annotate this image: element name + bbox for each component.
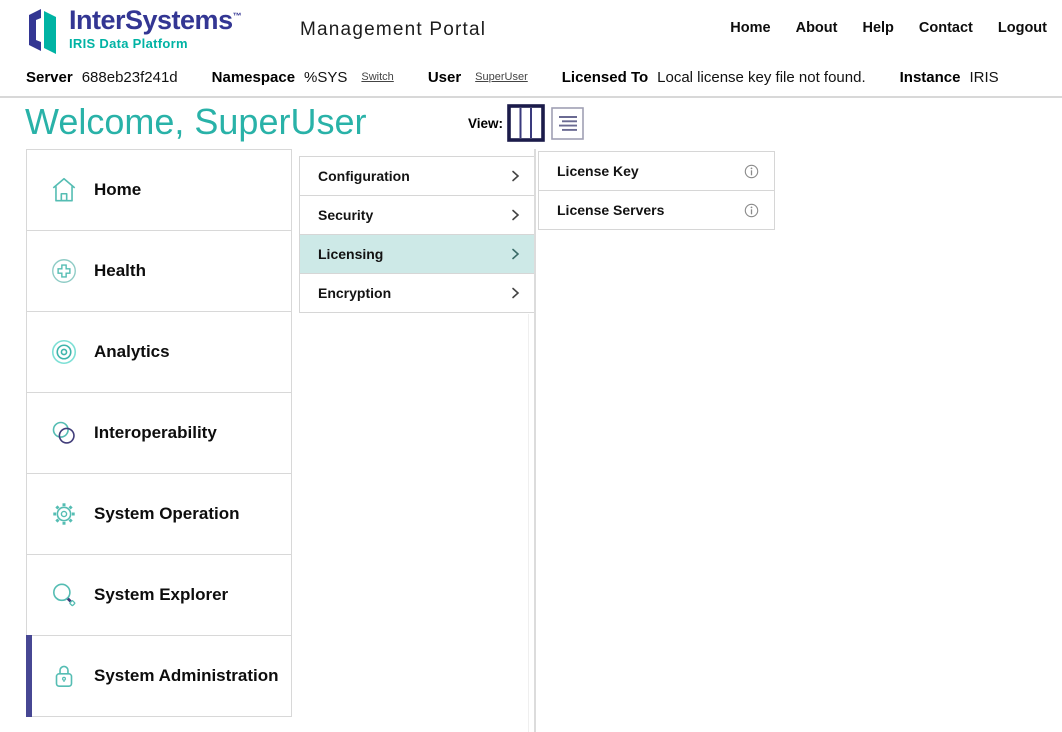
submenu-item-encryption[interactable]: Encryption [299, 273, 536, 313]
system-explorer-icon [49, 580, 79, 610]
submenu-item-label: Licensing [318, 246, 383, 262]
home-icon [49, 175, 79, 205]
instance-label: Instance [900, 69, 961, 86]
server-info: Server 688eb23f241d [26, 69, 178, 86]
welcome-heading: Welcome, SuperUser [25, 101, 366, 143]
system-administration-submenu: Configuration Security Licensing Encrypt… [299, 156, 536, 313]
intersystems-logo[interactable]: InterSystems™ IRIS Data Platform [26, 7, 242, 55]
column-divider-faint [528, 314, 529, 732]
system-administration-icon [49, 661, 79, 691]
intersystems-logo-mark-icon [26, 7, 62, 55]
interoperability-icon [49, 418, 79, 448]
chevron-right-icon [511, 286, 520, 300]
submenu-item-label: Encryption [318, 285, 391, 301]
submenu-item-label: Configuration [318, 168, 410, 184]
view-label: View: [468, 116, 503, 131]
top-nav: Home About Help Contact Logout [730, 20, 1047, 36]
panel-item-license-key[interactable]: License Key [538, 151, 775, 191]
sidebar-item-analytics[interactable]: Analytics [26, 311, 292, 393]
submenu-item-configuration[interactable]: Configuration [299, 156, 536, 196]
info-icon[interactable] [744, 203, 759, 218]
chevron-right-icon [511, 208, 520, 222]
licensed-to-label: Licensed To [562, 69, 648, 86]
sidebar-item-label: System Explorer [94, 585, 228, 605]
user-info: User SuperUser [428, 69, 528, 86]
instance-value: IRIS [969, 69, 998, 86]
analytics-icon [49, 337, 79, 367]
sidebar-item-health[interactable]: Health [26, 230, 292, 312]
list-view-icon [551, 107, 584, 140]
namespace-switch-link[interactable]: Switch [361, 71, 393, 83]
namespace-value: %SYS [304, 69, 347, 86]
column-divider [534, 149, 536, 732]
view-columns-button[interactable] [507, 104, 545, 142]
nav-contact-link[interactable]: Contact [919, 20, 973, 36]
chevron-right-icon [511, 247, 520, 261]
sidebar-item-label: Health [94, 261, 146, 281]
namespace-label: Namespace [212, 69, 295, 86]
panel-item-label: License Servers [557, 202, 664, 218]
info-icon[interactable] [744, 164, 759, 179]
sidebar-item-label: System Administration [94, 666, 279, 686]
user-profile-link[interactable]: SuperUser [475, 71, 528, 83]
licensed-to-value: Local license key file not found. [657, 69, 865, 86]
chevron-right-icon [511, 169, 520, 183]
nav-about-link[interactable]: About [796, 20, 838, 36]
logo-text: InterSystems™ IRIS Data Platform [69, 7, 242, 50]
server-label: Server [26, 69, 73, 86]
sidebar-item-label: Analytics [94, 342, 170, 362]
submenu-item-security[interactable]: Security [299, 195, 536, 235]
selected-indicator [26, 635, 32, 717]
columns-view-icon [507, 104, 545, 142]
sidebar-item-interoperability[interactable]: Interoperability [26, 392, 292, 474]
nav-home-link[interactable]: Home [730, 20, 770, 36]
submenu-item-licensing[interactable]: Licensing [299, 234, 536, 274]
user-label: User [428, 69, 461, 86]
sidebar-item-system-operation[interactable]: System Operation [26, 473, 292, 555]
licensed-to-info: Licensed To Local license key file not f… [562, 69, 866, 86]
sidebar-item-system-administration[interactable]: System Administration [26, 635, 292, 717]
sidebar-item-label: System Operation [94, 504, 240, 524]
brand-trademark: ™ [233, 11, 242, 21]
submenu-item-label: Security [318, 207, 373, 223]
view-list-button[interactable] [551, 107, 584, 140]
instance-info: Instance IRIS [900, 69, 999, 86]
page-title: Management Portal [300, 19, 486, 41]
brand-subtitle: IRIS Data Platform [69, 37, 242, 50]
sidebar-item-system-explorer[interactable]: System Explorer [26, 554, 292, 636]
panel-item-license-servers[interactable]: License Servers [538, 190, 775, 230]
sidebar-item-label: Home [94, 180, 141, 200]
header-divider [0, 96, 1062, 98]
sidebar-item-home[interactable]: Home [26, 149, 292, 231]
server-value: 688eb23f241d [82, 69, 178, 86]
server-info-bar: Server 688eb23f241d Namespace %SYS Switc… [26, 62, 999, 92]
namespace-info: Namespace %SYS Switch [212, 69, 394, 86]
nav-logout-link[interactable]: Logout [998, 20, 1047, 36]
sidebar-item-label: Interoperability [94, 423, 217, 443]
licensing-panel: License Key License Servers [538, 151, 775, 230]
panel-item-label: License Key [557, 163, 639, 179]
brand-name: InterSystems [69, 5, 233, 35]
nav-help-link[interactable]: Help [862, 20, 893, 36]
main-menu: Home Health Analytics [26, 149, 292, 717]
health-icon [49, 256, 79, 286]
system-operation-icon [49, 499, 79, 529]
